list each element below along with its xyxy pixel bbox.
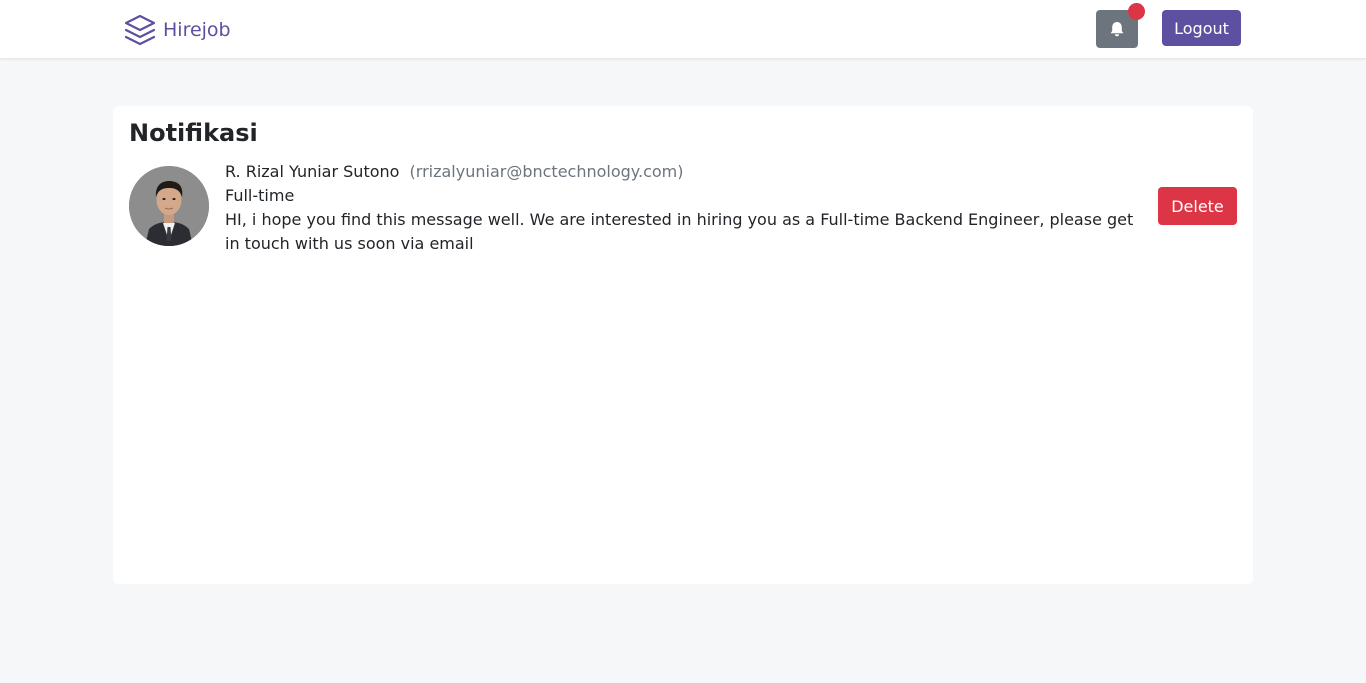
delete-button[interactable]: Delete — [1158, 187, 1237, 225]
brand-name: Hirejob — [163, 19, 231, 41]
notifications-card: Notifikasi R. Rizal Yuniar Sutono (rriza… — [113, 106, 1253, 584]
page-title: Notifikasi — [129, 119, 258, 147]
sender-email: (rrizalyuniar@bnctechnology.com) — [409, 162, 684, 181]
avatar-photo — [129, 166, 209, 246]
avatar — [129, 166, 209, 246]
sender-line: R. Rizal Yuniar Sutono (rrizalyuniar@bnc… — [225, 160, 1145, 184]
bell-icon — [1110, 22, 1124, 37]
logout-button[interactable]: Logout — [1162, 10, 1241, 46]
sender-name: R. Rizal Yuniar Sutono — [225, 162, 400, 181]
stacked-layers-icon — [124, 14, 156, 46]
notification-content: R. Rizal Yuniar Sutono (rrizalyuniar@bnc… — [225, 160, 1145, 256]
notification-message: HI, i hope you find this message well. W… — [225, 210, 1134, 253]
notification-item: R. Rizal Yuniar Sutono (rrizalyuniar@bnc… — [129, 160, 1237, 260]
notification-badge — [1128, 3, 1145, 20]
navbar: Hirejob Logout — [0, 0, 1366, 58]
job-type: Full-time — [225, 186, 295, 205]
brand-logo-link[interactable]: Hirejob — [123, 13, 231, 47]
